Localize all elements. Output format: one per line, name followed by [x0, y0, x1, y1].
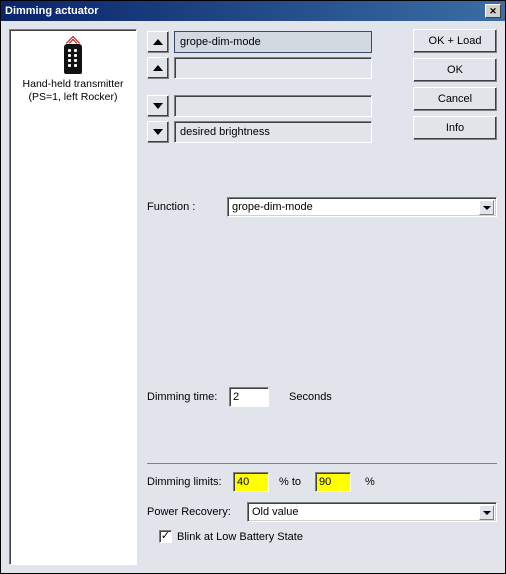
dropdown-button[interactable] — [479, 200, 494, 215]
blink-checkbox[interactable]: ✓ — [159, 530, 172, 543]
separator — [147, 463, 497, 464]
action-field-0[interactable]: grope-dim-mode — [174, 31, 372, 53]
power-recovery-label: Power Recovery: — [147, 506, 247, 518]
action-down-2-button[interactable] — [147, 121, 169, 143]
window-title: Dimming actuator — [5, 1, 99, 21]
action-up-2-button[interactable] — [147, 57, 169, 79]
function-value: grope-dim-mode — [232, 201, 313, 213]
dialog-window: Dimming actuator ✕ — [0, 0, 506, 574]
dimming-min-input[interactable]: 40 — [233, 472, 269, 492]
function-select[interactable]: grope-dim-mode — [227, 197, 497, 217]
check-icon: ✓ — [161, 531, 170, 542]
dimming-max-input[interactable]: 90 — [315, 472, 351, 492]
action-down-1-button[interactable] — [147, 95, 169, 117]
pct-to-label: % to — [279, 476, 301, 488]
close-icon: ✕ — [489, 1, 497, 21]
action-field-1[interactable] — [174, 57, 372, 79]
ok-load-button[interactable]: OK + Load — [413, 29, 497, 53]
settings-form: Function : grope-dim-mode Dimming time: … — [147, 197, 497, 565]
content-area: Hand-held transmitter (PS=1, left Rocker… — [1, 21, 505, 573]
action-up-1-button[interactable] — [147, 31, 169, 53]
close-button[interactable]: ✕ — [485, 4, 501, 18]
chevron-up-icon — [153, 65, 163, 71]
chevron-down-icon — [153, 129, 163, 135]
chevron-down-icon — [483, 206, 491, 210]
blink-label: Blink at Low Battery State — [177, 531, 303, 543]
dialog-buttons: OK + Load OK Cancel Info — [413, 29, 497, 140]
cancel-button[interactable]: Cancel — [413, 87, 497, 111]
chevron-down-icon — [483, 511, 491, 515]
dimming-time-unit: Seconds — [289, 391, 332, 403]
action-field-3[interactable]: desired brightness — [174, 121, 372, 143]
device-panel: Hand-held transmitter (PS=1, left Rocker… — [9, 29, 137, 565]
dimming-limits-label: Dimming limits: — [147, 476, 233, 488]
pct-label: % — [365, 476, 375, 488]
ok-button[interactable]: OK — [413, 58, 497, 82]
power-recovery-value: Old value — [252, 506, 298, 518]
chevron-down-icon — [153, 103, 163, 109]
info-button[interactable]: Info — [413, 116, 497, 140]
action-list: grope-dim-mode desired brightness — [147, 31, 372, 147]
titlebar: Dimming actuator ✕ — [1, 1, 505, 21]
chevron-up-icon — [153, 39, 163, 45]
remote-transmitter-icon — [63, 40, 83, 74]
function-label: Function : — [147, 201, 227, 213]
dimming-time-input[interactable]: 2 — [229, 387, 269, 407]
action-field-2[interactable] — [174, 95, 372, 117]
form-area: OK + Load OK Cancel Info grope-dim-mode — [147, 29, 497, 565]
device-label-line2: (PS=1, left Rocker) — [10, 91, 136, 104]
device-label-line1: Hand-held transmitter — [10, 78, 136, 91]
dimming-time-label: Dimming time: — [147, 391, 227, 403]
dropdown-button[interactable] — [479, 505, 494, 520]
power-recovery-select[interactable]: Old value — [247, 502, 497, 522]
